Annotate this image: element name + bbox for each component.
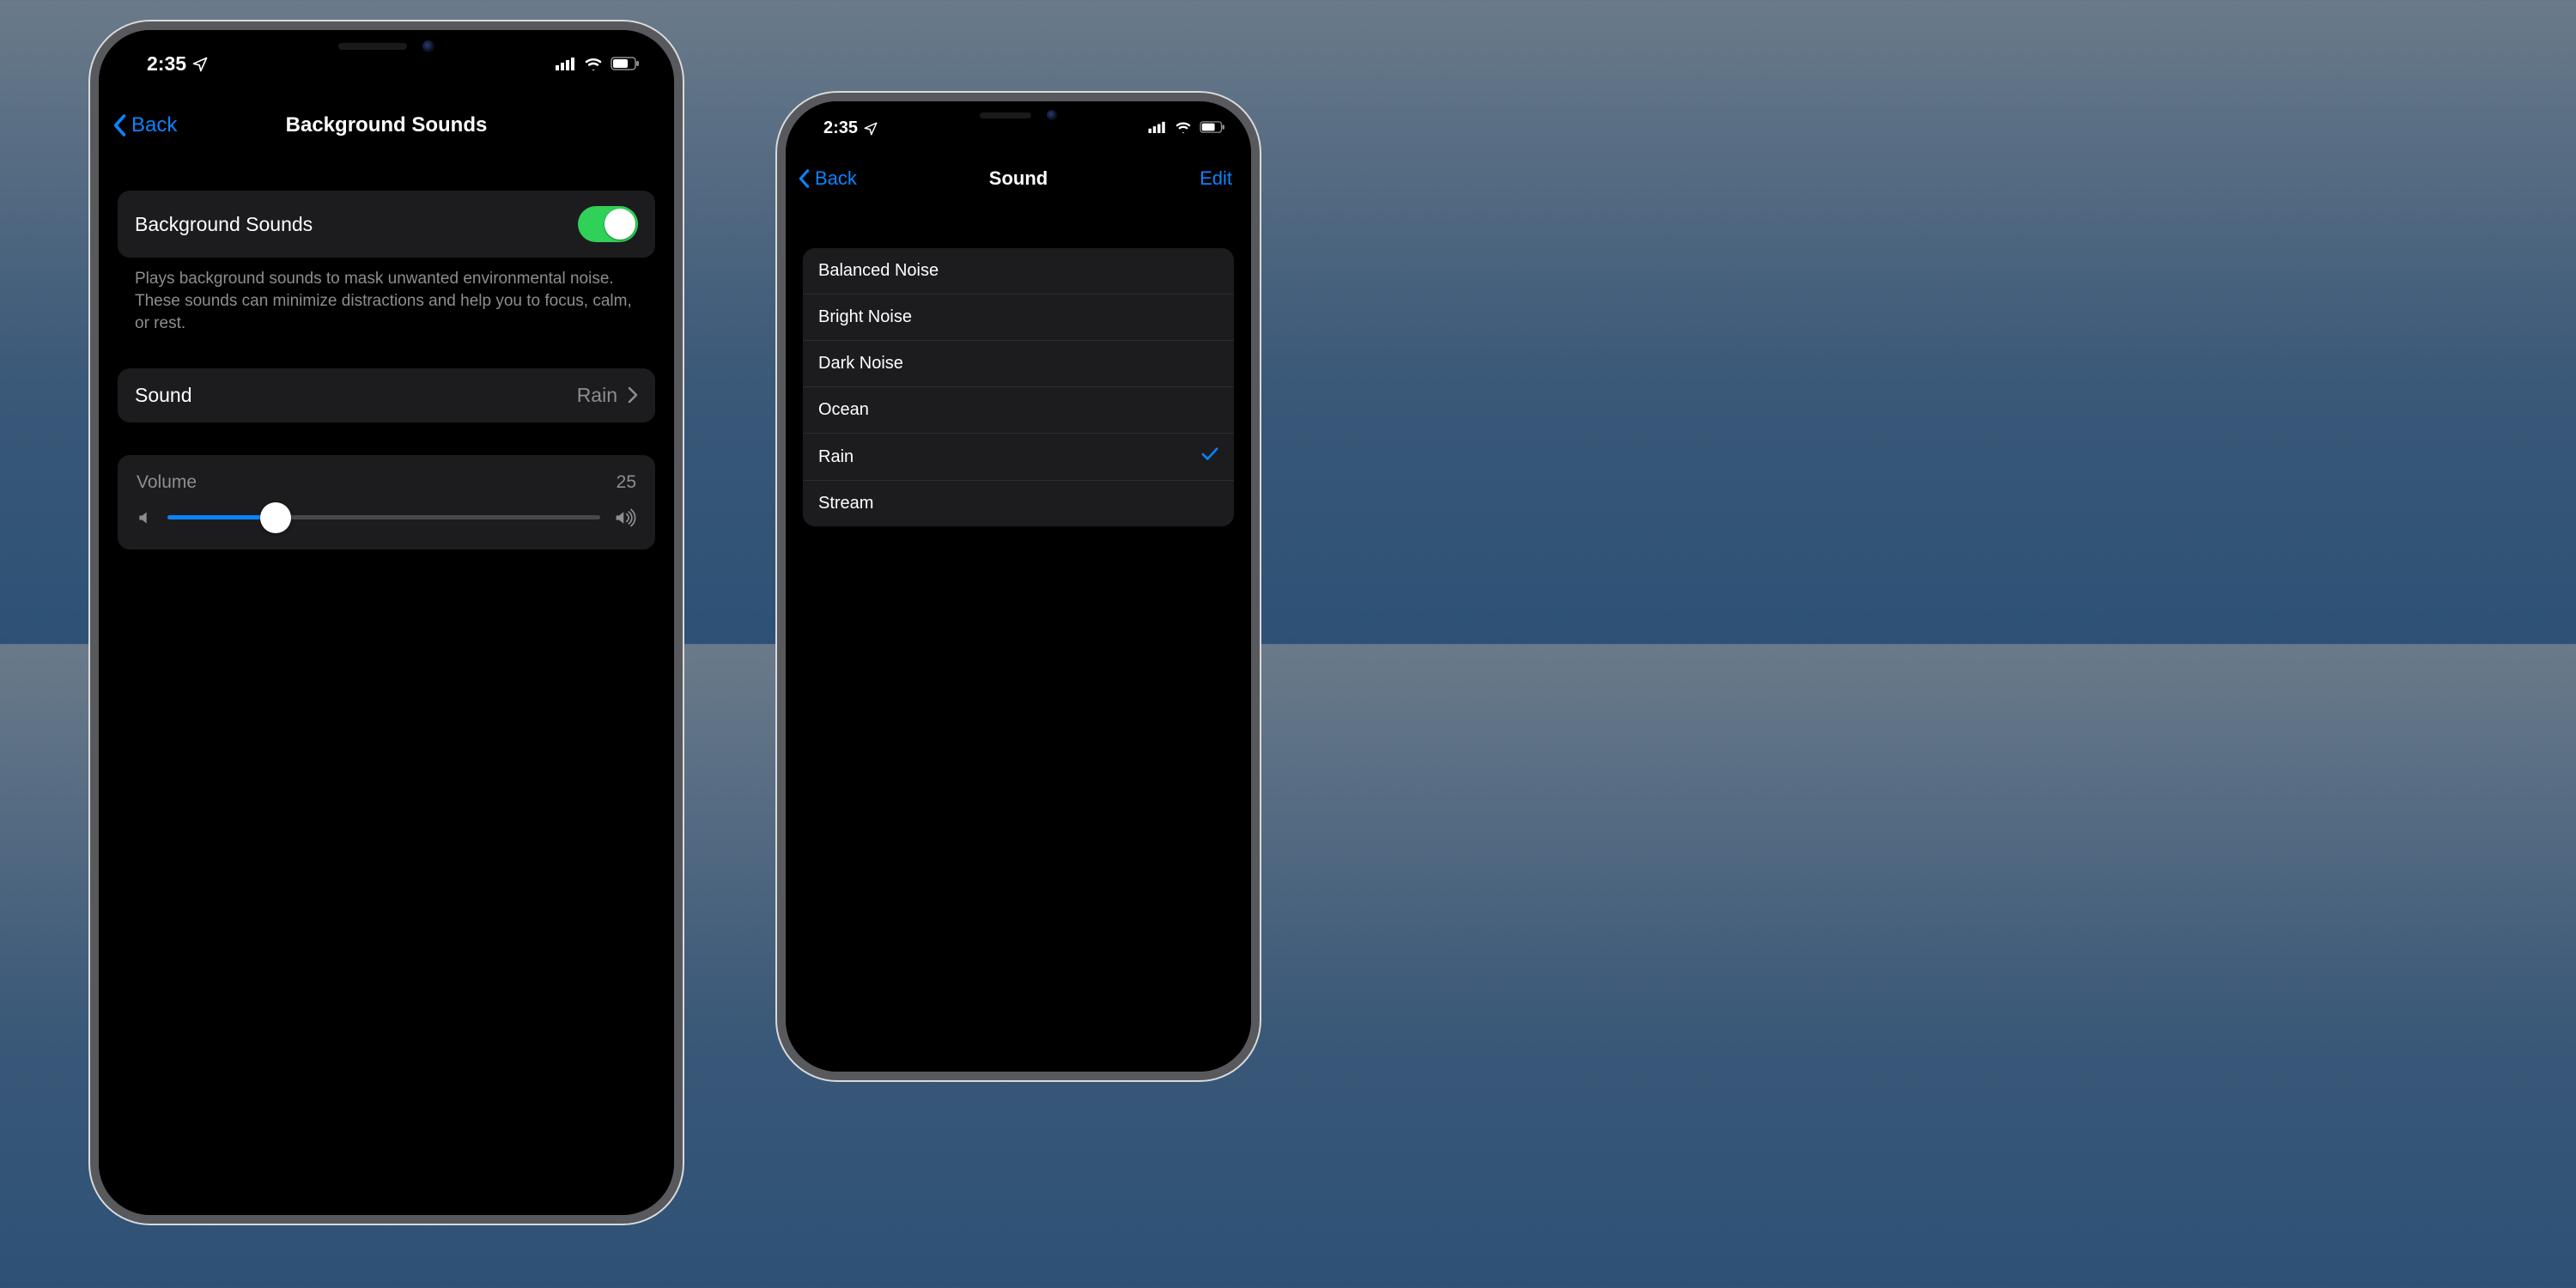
background-sounds-row: Background Sounds	[118, 191, 655, 258]
speaker-high-icon	[614, 508, 636, 527]
sound-option-label: Rain	[818, 447, 854, 467]
sound-option-label: Stream	[818, 494, 873, 513]
nav-bar: Back Background Sounds	[99, 76, 674, 156]
volume-down-button[interactable]	[777, 385, 778, 445]
mute-switch[interactable]	[777, 246, 778, 276]
chevron-right-icon	[628, 386, 638, 404]
toggle-label: Background Sounds	[135, 213, 313, 236]
location-icon	[863, 121, 878, 137]
volume-value: 25	[617, 472, 636, 493]
earpiece	[980, 112, 1031, 118]
phone-left: 2:35 Back Backg	[90, 21, 683, 1224]
volume-down-button[interactable]	[90, 369, 91, 441]
cellular-icon	[556, 52, 576, 76]
volume-up-button[interactable]	[777, 307, 778, 368]
notch	[266, 30, 507, 63]
status-time: 2:35	[823, 118, 858, 138]
sound-option-label: Ocean	[818, 400, 869, 420]
notch	[920, 101, 1117, 129]
sound-option-label: Balanced Noise	[818, 261, 939, 281]
sound-card: Sound Rain	[118, 368, 655, 422]
sound-option[interactable]: Ocean	[803, 386, 1234, 433]
edit-button[interactable]: Edit	[1200, 167, 1232, 190]
sound-row[interactable]: Sound Rain	[118, 368, 655, 422]
back-label: Back	[131, 113, 177, 137]
sound-option-label: Dark Noise	[818, 354, 903, 374]
sound-row-label: Sound	[135, 384, 192, 407]
sound-option[interactable]: Bright Noise	[803, 294, 1234, 340]
back-button[interactable]: Back	[112, 113, 177, 137]
mute-switch[interactable]	[90, 202, 91, 240]
volume-slider[interactable]	[167, 515, 600, 519]
status-time: 2:35	[147, 52, 186, 76]
volume-label: Volume	[137, 472, 197, 493]
cellular-icon	[1148, 118, 1167, 138]
sound-option[interactable]: Balanced Noise	[803, 248, 1234, 294]
earpiece	[338, 43, 407, 50]
nav-bar: Back Sound Edit	[786, 138, 1251, 205]
front-camera	[422, 40, 434, 52]
sound-option[interactable]: Dark Noise	[803, 340, 1234, 386]
check-icon	[1201, 447, 1218, 467]
location-icon	[191, 56, 209, 73]
sound-option[interactable]: Stream	[803, 480, 1234, 526]
sound-options-list: Balanced Noise Bright Noise Dark Noise Ocea…	[803, 248, 1234, 526]
speaker-low-icon	[137, 509, 154, 526]
wifi-icon	[1174, 118, 1193, 138]
sound-option[interactable]: Rain	[803, 433, 1234, 480]
wifi-icon	[583, 52, 604, 76]
toggle-card: Background Sounds	[118, 191, 655, 258]
battery-icon	[1200, 118, 1225, 138]
sound-row-value: Rain	[577, 384, 617, 407]
front-camera	[1047, 110, 1057, 120]
background-sounds-toggle[interactable]	[578, 206, 638, 242]
battery-icon	[611, 52, 640, 76]
phone-right: 2:35 Back Sound	[777, 93, 1260, 1080]
volume-up-button[interactable]	[90, 279, 91, 351]
page-title: Sound	[989, 167, 1048, 190]
volume-card: Volume 25	[118, 455, 655, 550]
back-button[interactable]: Back	[798, 167, 857, 190]
power-button[interactable]	[682, 305, 683, 416]
section-footer: Plays background sounds to mask unwanted…	[118, 258, 655, 336]
page-title: Background Sounds	[286, 113, 488, 137]
power-button[interactable]	[1259, 333, 1260, 426]
sound-option-label: Bright Noise	[818, 307, 912, 327]
back-label: Back	[815, 167, 857, 190]
